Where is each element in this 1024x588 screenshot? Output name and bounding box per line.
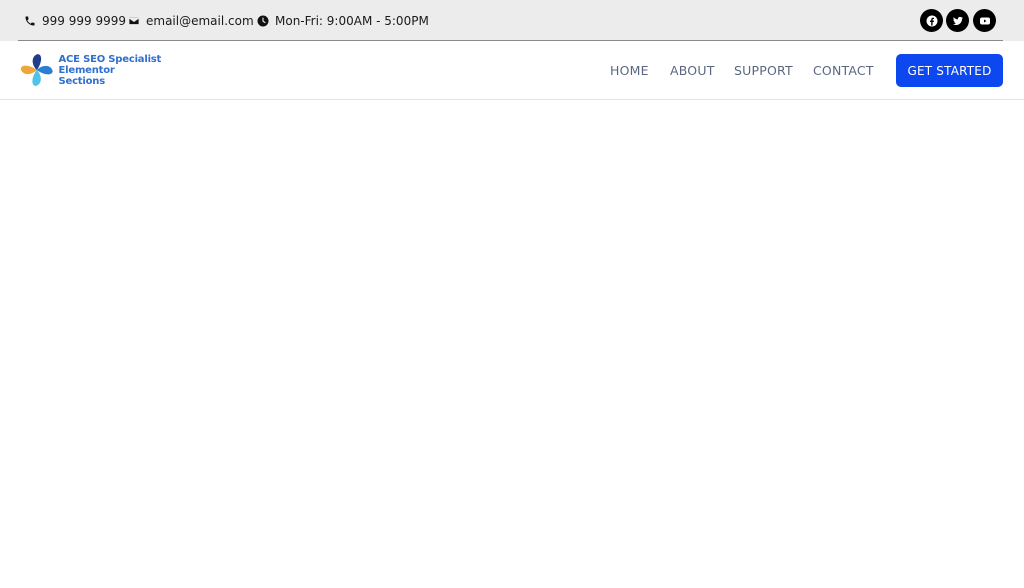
- facebook-link[interactable]: [920, 9, 943, 32]
- top-bar: 999 999 9999 email@email.com Mon-Fri: 9:…: [0, 0, 1024, 41]
- email-address: email@email.com: [146, 14, 254, 28]
- pinwheel-logo-icon: [20, 54, 53, 86]
- clock-icon: [257, 15, 269, 27]
- logo-title: ACE SEO Specialist: [58, 53, 162, 65]
- hours-info: Mon-Fri: 9:00AM - 5:00PM: [257, 13, 429, 29]
- facebook-icon: [926, 15, 938, 27]
- youtube-icon: [979, 15, 991, 27]
- phone-icon: [24, 15, 36, 27]
- business-hours: Mon-Fri: 9:00AM - 5:00PM: [275, 14, 429, 28]
- phone-number: 999 999 9999: [42, 14, 126, 28]
- twitter-link[interactable]: [946, 9, 969, 32]
- email-contact[interactable]: email@email.com: [128, 13, 254, 29]
- site-logo[interactable]: ACE SEO Specialist Elementor Sections: [18, 50, 163, 90]
- twitter-icon: [952, 15, 964, 27]
- youtube-link[interactable]: [973, 9, 996, 32]
- nav-contact[interactable]: CONTACT: [813, 63, 874, 79]
- nav-home[interactable]: HOME: [610, 63, 649, 79]
- nav-about[interactable]: ABOUT: [670, 63, 715, 79]
- page-content: [0, 101, 1024, 588]
- site-header: ACE SEO Specialist Elementor Sections HO…: [0, 41, 1024, 100]
- nav-support[interactable]: SUPPORT: [734, 63, 793, 79]
- envelope-icon: [128, 15, 140, 27]
- get-started-button[interactable]: GET STARTED: [896, 54, 1003, 87]
- logo-subtitle: Elementor Sections: [58, 64, 115, 87]
- phone-contact[interactable]: 999 999 9999: [24, 13, 126, 29]
